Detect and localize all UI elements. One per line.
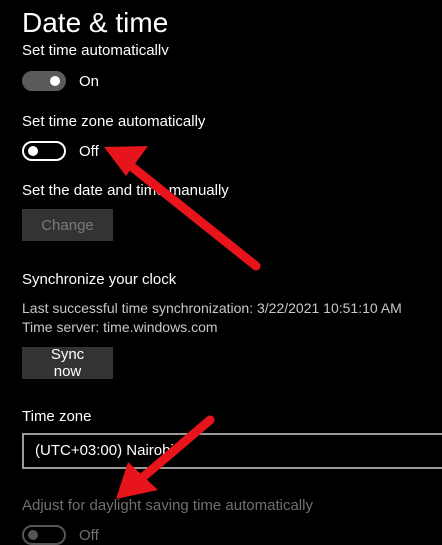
- arrow-to-timezone-toggle: [104, 146, 261, 271]
- annotation-arrows: [104, 146, 261, 499]
- arrow-to-daylight-saving: [116, 415, 215, 499]
